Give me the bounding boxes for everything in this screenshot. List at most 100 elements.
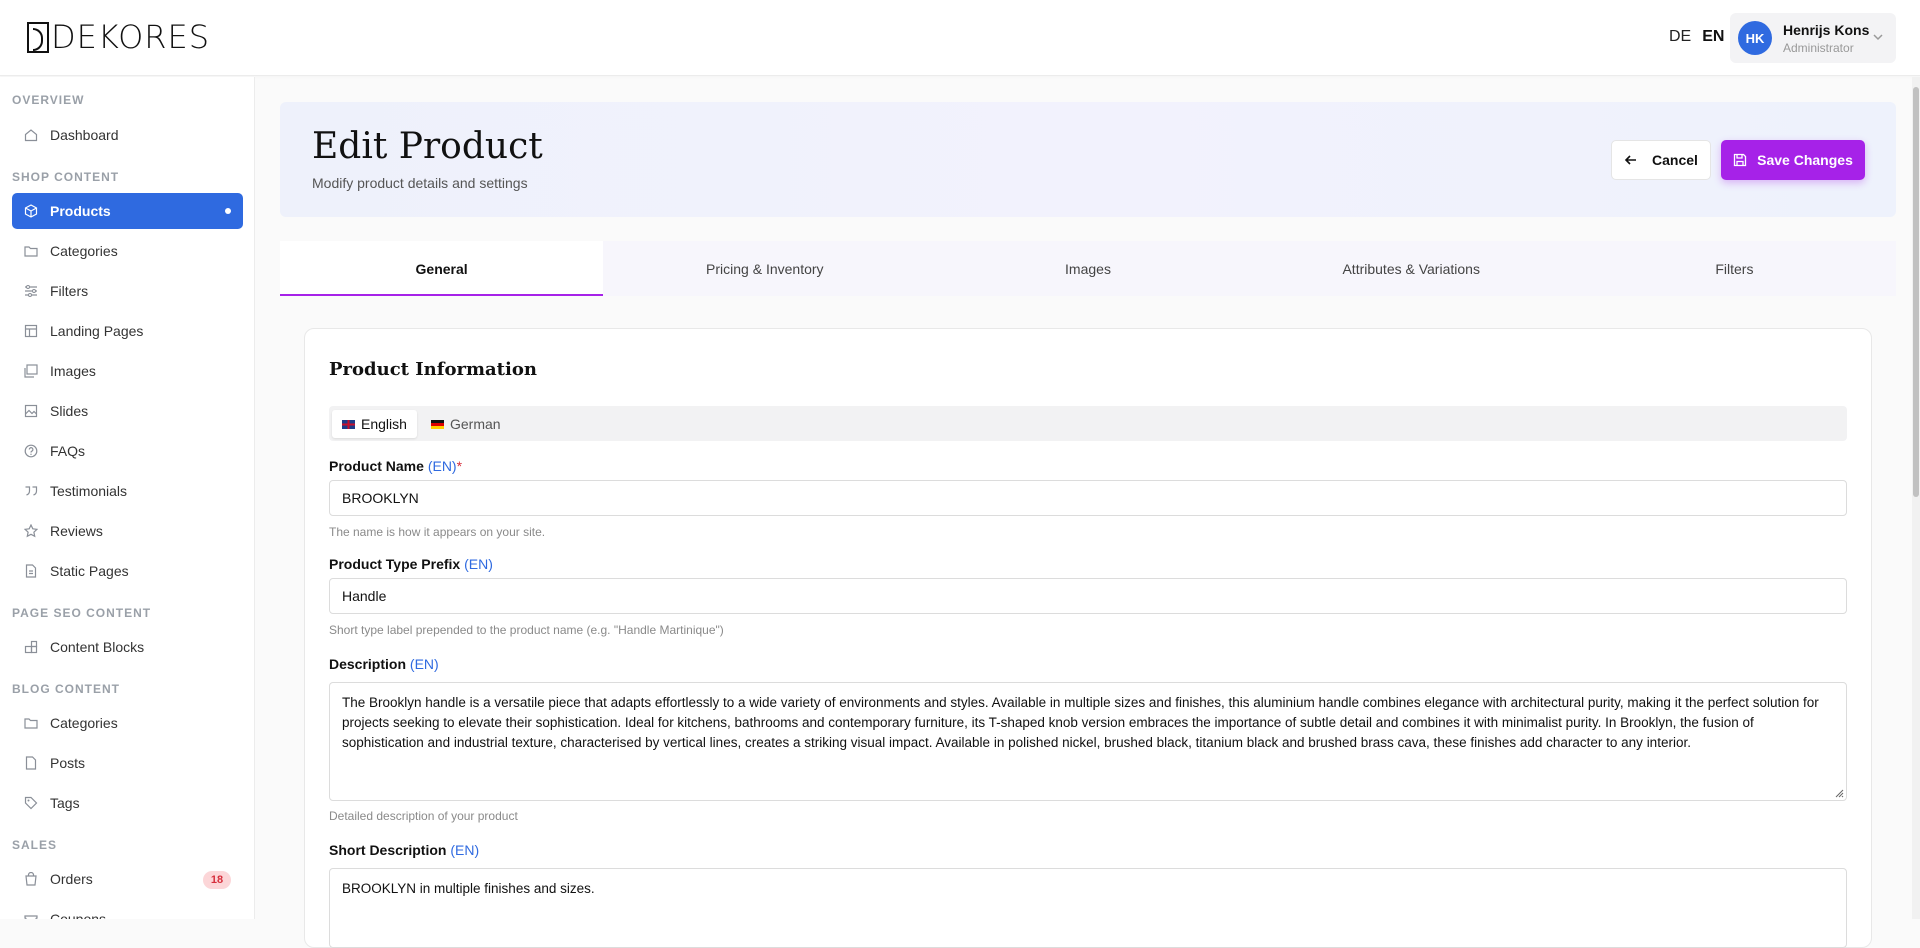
label-text: Product Type Prefix — [329, 556, 461, 572]
tab-pricing-inventory[interactable]: Pricing & Inventory — [603, 241, 926, 296]
sidebar-item-label: Coupons — [50, 911, 107, 919]
section-title-shop-content: SHOP CONTENT — [12, 170, 120, 184]
sidebar-item-content-blocks[interactable]: Content Blocks — [12, 629, 243, 665]
sidebar-item-label: Images — [50, 363, 96, 379]
lang-tag: (EN) — [450, 842, 480, 858]
sidebar-item-posts[interactable]: Posts — [12, 745, 243, 781]
page-header: Edit Product Modify product details and … — [280, 102, 1896, 217]
section-title-overview: OVERVIEW — [12, 93, 85, 107]
lang-tag: (EN) — [409, 656, 439, 672]
ticket-icon — [24, 912, 38, 919]
sidebar-item-label: Slides — [50, 403, 89, 419]
required-mark: * — [456, 458, 463, 474]
folder-icon — [24, 244, 38, 258]
section-title-blog-content: BLOG CONTENT — [12, 682, 120, 696]
home-icon — [24, 128, 38, 142]
product-information-card: Product Information English German Produ… — [304, 328, 1872, 948]
avatar: HK — [1738, 21, 1772, 55]
card-title: Product Information — [329, 359, 537, 380]
section-title-page-seo-content: PAGE SEO CONTENT — [12, 606, 152, 620]
sidebar-item-static-pages[interactable]: Static Pages — [12, 553, 243, 589]
lang-tab-label: German — [450, 416, 501, 432]
short-description-text: BROOKLYN in multiple finishes and sizes. — [342, 881, 595, 896]
sidebar-item-label: Dashboard — [50, 127, 119, 143]
cancel-button[interactable]: Cancel — [1611, 140, 1711, 180]
de-flag-icon — [431, 419, 444, 429]
short-description-textarea[interactable]: BROOKLYN in multiple finishes and sizes. — [329, 868, 1847, 948]
logo-text: DEKORES — [51, 18, 211, 56]
quote-icon — [24, 484, 38, 498]
lang-en-button[interactable]: EN — [1702, 28, 1724, 46]
scrollbar-thumb[interactable] — [1913, 87, 1919, 497]
description-label: Description (EN) — [329, 656, 439, 672]
sidebar-item-orders[interactable]: Orders 18 — [12, 861, 243, 897]
label-text: Product Name — [329, 458, 424, 474]
sidebar-item-label: Content Blocks — [50, 639, 145, 655]
save-icon — [1733, 153, 1747, 167]
sidebar-item-label: Filters — [50, 283, 89, 299]
tab-general[interactable]: General — [280, 241, 604, 296]
sidebar-item-label: Orders — [50, 871, 93, 887]
layout-icon — [24, 324, 38, 338]
sidebar-item-label: Posts — [50, 755, 86, 771]
shopping-bag-icon — [24, 872, 38, 886]
sidebar-item-label: Categories — [50, 243, 118, 259]
uk-flag-icon — [341, 418, 356, 430]
sidebar-item-landing-pages[interactable]: Landing Pages — [12, 313, 243, 349]
product-tabs: General Pricing & Inventory Images Attri… — [280, 241, 1896, 296]
cancel-label: Cancel — [1652, 152, 1698, 168]
product-name-input[interactable]: BROOKLYN — [329, 480, 1847, 516]
tab-attributes-variations[interactable]: Attributes & Variations — [1250, 241, 1573, 296]
images-icon — [24, 364, 38, 378]
sidebar-item-coupons[interactable]: Coupons — [12, 901, 243, 919]
orders-count-badge: 18 — [203, 871, 231, 889]
lang-tab-label: English — [361, 416, 407, 432]
label-text: Description — [329, 656, 407, 672]
user-menu[interactable]: HK Henrijs Kons Administrator — [1730, 13, 1896, 63]
description-textarea[interactable]: The Brooklyn handle is a versatile piece… — [329, 682, 1847, 801]
lang-de-button[interactable]: DE — [1669, 28, 1691, 46]
sidebar-item-blog-categories[interactable]: Categories — [12, 705, 243, 741]
sidebar-item-filters[interactable]: Filters — [12, 273, 243, 309]
tab-filters[interactable]: Filters — [1573, 241, 1896, 296]
sidebar-item-dashboard[interactable]: Dashboard — [12, 117, 243, 153]
active-dot — [225, 208, 231, 214]
blocks-icon — [24, 640, 38, 654]
file-icon — [24, 756, 38, 770]
user-name: Henrijs Kons — [1783, 21, 1870, 38]
tab-images[interactable]: Images — [926, 241, 1249, 296]
lang-tab-english[interactable]: English — [332, 410, 417, 438]
content-language-tabs: English German — [329, 406, 1847, 441]
dekores-logo[interactable]: DEKORES — [27, 18, 211, 56]
sidebar-item-images[interactable]: Images — [12, 353, 243, 389]
sidebar-item-faqs[interactable]: FAQs — [12, 433, 243, 469]
page-title: Edit Product — [312, 126, 543, 167]
lang-tab-german[interactable]: German — [421, 410, 511, 438]
product-name-label: Product Name (EN)* — [329, 458, 462, 474]
page-subtitle: Modify product details and settings — [312, 175, 528, 191]
product-type-prefix-input[interactable]: Handle — [329, 578, 1847, 614]
sidebar-item-label: Landing Pages — [50, 323, 144, 339]
sidebar-item-testimonials[interactable]: Testimonials — [12, 473, 243, 509]
page-scrollbar[interactable] — [1912, 77, 1920, 919]
description-hint: Detailed description of your product — [329, 809, 518, 823]
sidebar-item-label: Products — [50, 203, 111, 219]
sidebar-item-slides[interactable]: Slides — [12, 393, 243, 429]
sidebar-item-reviews[interactable]: Reviews — [12, 513, 243, 549]
arrow-left-icon — [1624, 155, 1637, 165]
section-title-sales: SALES — [12, 838, 58, 852]
product-type-prefix-label: Product Type Prefix (EN) — [329, 556, 493, 572]
sidebar-item-label: Static Pages — [50, 563, 129, 579]
user-role: Administrator — [1783, 40, 1854, 55]
resize-handle-icon[interactable] — [1834, 788, 1844, 798]
top-bar: DEKORES DE EN HK Henrijs Kons Administra… — [0, 0, 1920, 76]
folder-icon — [24, 716, 38, 730]
sidebar-item-tags[interactable]: Tags — [12, 785, 243, 821]
sidebar-item-categories[interactable]: Categories — [12, 233, 243, 269]
description-text: The Brooklyn handle is a versatile piece… — [342, 695, 1819, 750]
logo-mark-icon — [27, 21, 49, 53]
sidebar-item-products[interactable]: Products — [12, 193, 243, 229]
sliders-icon — [24, 284, 38, 298]
save-changes-button[interactable]: Save Changes — [1721, 140, 1865, 180]
sidebar: OVERVIEW Dashboard SHOP CONTENT Products… — [0, 77, 255, 919]
